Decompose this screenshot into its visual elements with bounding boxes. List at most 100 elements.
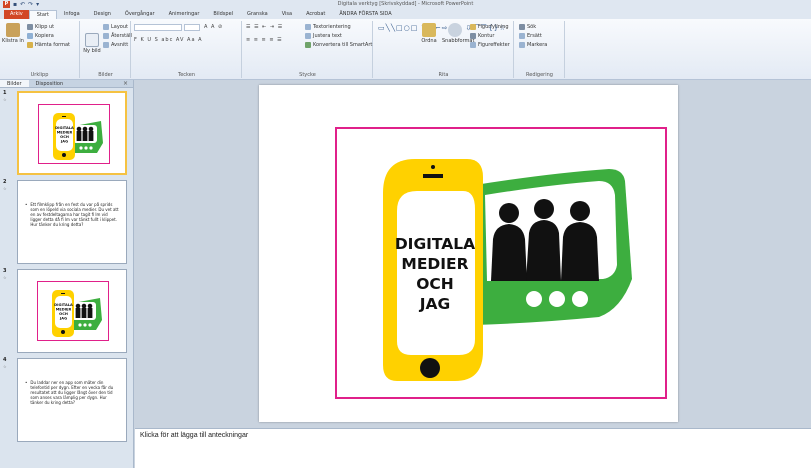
copy-icon xyxy=(27,33,33,39)
ribbon: Klistra in Klipp ut Kopiera Hämta format… xyxy=(0,19,811,80)
people-silhouette-icon xyxy=(491,199,599,281)
tab-review[interactable]: Granska xyxy=(240,10,275,19)
smartart-icon xyxy=(305,42,311,48)
slide-editing-area: DIGITALA MEDIER OCH JAG xyxy=(135,80,811,428)
thumbnail-frame: DIGITALA MEDIER OCH JAG xyxy=(38,104,110,164)
align-buttons[interactable]: ≡ ≡ ≡ ≡ ☰ xyxy=(246,37,283,43)
tab-file[interactable]: Arkiv xyxy=(4,10,29,19)
clipboard-label: Urklipp xyxy=(30,72,49,78)
reset-icon xyxy=(103,33,109,39)
star-icon: ☆ xyxy=(3,275,7,280)
font-size-field[interactable] xyxy=(184,24,200,31)
select-button[interactable]: Markera xyxy=(519,42,547,48)
window-title: Digitala verktyg [Skrivskyddad] - Micros… xyxy=(337,1,474,7)
pane-tabs: Bilder Disposition × xyxy=(0,80,133,88)
bullet-icon: • xyxy=(25,380,28,385)
drawing-label: Rita xyxy=(438,72,449,78)
thumbnail-title-line: OCH xyxy=(59,312,68,316)
arrange-button[interactable]: Ordna xyxy=(418,23,440,44)
format-painter-button[interactable]: Hämta format xyxy=(27,42,70,48)
shape-fill-button[interactable]: Figurfyllning xyxy=(470,24,509,30)
effects-icon xyxy=(470,42,476,48)
align-text-button[interactable]: Justera text xyxy=(305,33,342,39)
font-label: Tecken xyxy=(178,72,195,78)
replace-button[interactable]: Ersätt xyxy=(519,33,542,39)
text-direction-button[interactable]: Textorientering xyxy=(305,24,351,30)
paste-button[interactable]: Klistra in xyxy=(2,23,24,44)
tab-home[interactable]: Start xyxy=(28,10,57,19)
quick-styles-icon xyxy=(448,23,462,37)
thumbnail-title-line: DIGITALA xyxy=(55,126,74,130)
text-direction-icon xyxy=(305,24,311,30)
phone-home-button xyxy=(420,358,440,378)
quick-styles-button[interactable]: Snabbformat xyxy=(442,23,474,44)
slide-title-line: DIGITALA xyxy=(395,235,475,253)
thumbnail-title-line: MEDIER xyxy=(56,308,72,312)
font-size-buttons[interactable]: A A ⊘ xyxy=(204,24,223,30)
paste-icon xyxy=(6,23,20,37)
new-slide-icon xyxy=(85,33,99,47)
current-slide[interactable]: DIGITALA MEDIER OCH JAG xyxy=(259,85,678,422)
dot-icon xyxy=(526,291,542,307)
select-icon xyxy=(519,42,525,48)
dot-icon xyxy=(572,291,588,307)
slide-thumbnail-3[interactable]: DIGITALA MEDIER OCH JAG xyxy=(17,269,127,353)
dot-icon xyxy=(549,291,565,307)
ribbon-tabs: Arkiv Start Infoga Design Övergångar Ani… xyxy=(0,9,811,19)
section-button[interactable]: Avsnitt xyxy=(103,42,128,48)
notes-pane[interactable]: Klicka för att lägga till anteckningar xyxy=(135,428,811,468)
shape-outline-button[interactable]: Kontur xyxy=(470,33,494,39)
copy-button[interactable]: Kopiera xyxy=(27,33,54,39)
reset-button[interactable]: Återställ xyxy=(103,33,132,39)
phone-camera xyxy=(431,165,435,169)
phone-speaker xyxy=(423,174,443,178)
font-group: A A ⊘ F K U S abc AV Aa A Tecken xyxy=(132,21,242,78)
replace-icon xyxy=(519,33,525,39)
new-slide-button[interactable]: Ny bild xyxy=(81,33,103,54)
title-bar: P ▪ ↶ ↷ ▾ Digitala verktyg [Skrivskyddad… xyxy=(0,0,811,9)
notes-placeholder[interactable]: Klicka för att lägga till anteckningar xyxy=(140,432,248,439)
align-text-icon xyxy=(305,33,311,39)
layout-icon xyxy=(103,24,109,30)
drawing-group: ▭╲╲□○□ ▽⌐⌐⇨☆◇ ⇩⌒⌒{}☆ Ordna Snabbformat F… xyxy=(374,21,514,78)
slide-thumbnail-4[interactable]: • Du laddar ner en app som mäter din tel… xyxy=(17,358,127,442)
tab-outline[interactable]: Disposition xyxy=(29,80,71,87)
thumbnail-title-line: JAG xyxy=(59,317,67,321)
list-buttons[interactable]: ☰ ☰ ⇤ ⇥ ☰ xyxy=(246,24,283,30)
tab-transitions[interactable]: Övergångar xyxy=(118,10,162,19)
tab-slides[interactable]: Bilder xyxy=(0,80,29,87)
bullet-icon: • xyxy=(25,202,28,207)
thumbnail-bullet: • Du laddar ner en app som mäter din tel… xyxy=(25,380,119,405)
tab-acrobat[interactable]: Acrobat xyxy=(299,10,332,19)
thumbnail-title-line: JAG xyxy=(60,140,68,144)
slides-pane: Bilder Disposition × 1 ☆ DIGITALA MEDIER… xyxy=(0,80,134,468)
font-name-field[interactable] xyxy=(134,24,182,31)
star-icon: ☆ xyxy=(3,186,7,191)
layout-button[interactable]: Layout xyxy=(103,24,128,30)
smartart-button[interactable]: Konvertera till SmartArt xyxy=(305,42,372,48)
star-icon: ☆ xyxy=(3,97,7,102)
editing-group: Sök Ersätt Markera Redigering xyxy=(515,21,565,78)
tab-design[interactable]: Design xyxy=(87,10,118,19)
tab-insert[interactable]: Infoga xyxy=(57,10,87,19)
slide-number: 2 xyxy=(3,179,7,185)
digital-media-illustration: DIGITALA MEDIER OCH JAG xyxy=(383,159,632,381)
tab-slideshow[interactable]: Bildspel xyxy=(206,10,240,19)
cut-button[interactable]: Klipp ut xyxy=(27,24,54,30)
find-button[interactable]: Sök xyxy=(519,24,536,30)
slides-group: Ny bild Layout Återställ Avsnitt Bilder xyxy=(81,21,132,78)
slide-title-line: MEDIER xyxy=(401,255,468,273)
thumbnail-bullet-text: Du laddar ner en app som mäter din telef… xyxy=(30,380,114,405)
tab-view[interactable]: Visa xyxy=(275,10,299,19)
font-format-buttons[interactable]: F K U S abc AV Aa A xyxy=(134,37,203,43)
clipboard-group: Klistra in Klipp ut Kopiera Hämta format… xyxy=(0,21,80,78)
slide-thumbnail-2[interactable]: • Ett filmklipp från en fest du var på s… xyxy=(17,180,127,264)
tab-animations[interactable]: Animeringar xyxy=(162,10,207,19)
tab-edit-first-page[interactable]: ÄNDRA FÖRSTA SIDA xyxy=(332,10,398,19)
digital-media-illustration: DIGITALA MEDIER OCH JAG xyxy=(53,113,103,160)
scissors-icon xyxy=(27,24,33,30)
close-icon[interactable]: × xyxy=(123,80,128,88)
shape-effects-button[interactable]: Figureffekter xyxy=(470,42,510,48)
slide-title-line: JAG xyxy=(419,295,451,313)
slide-thumbnail-1[interactable]: DIGITALA MEDIER OCH JAG xyxy=(17,91,127,175)
